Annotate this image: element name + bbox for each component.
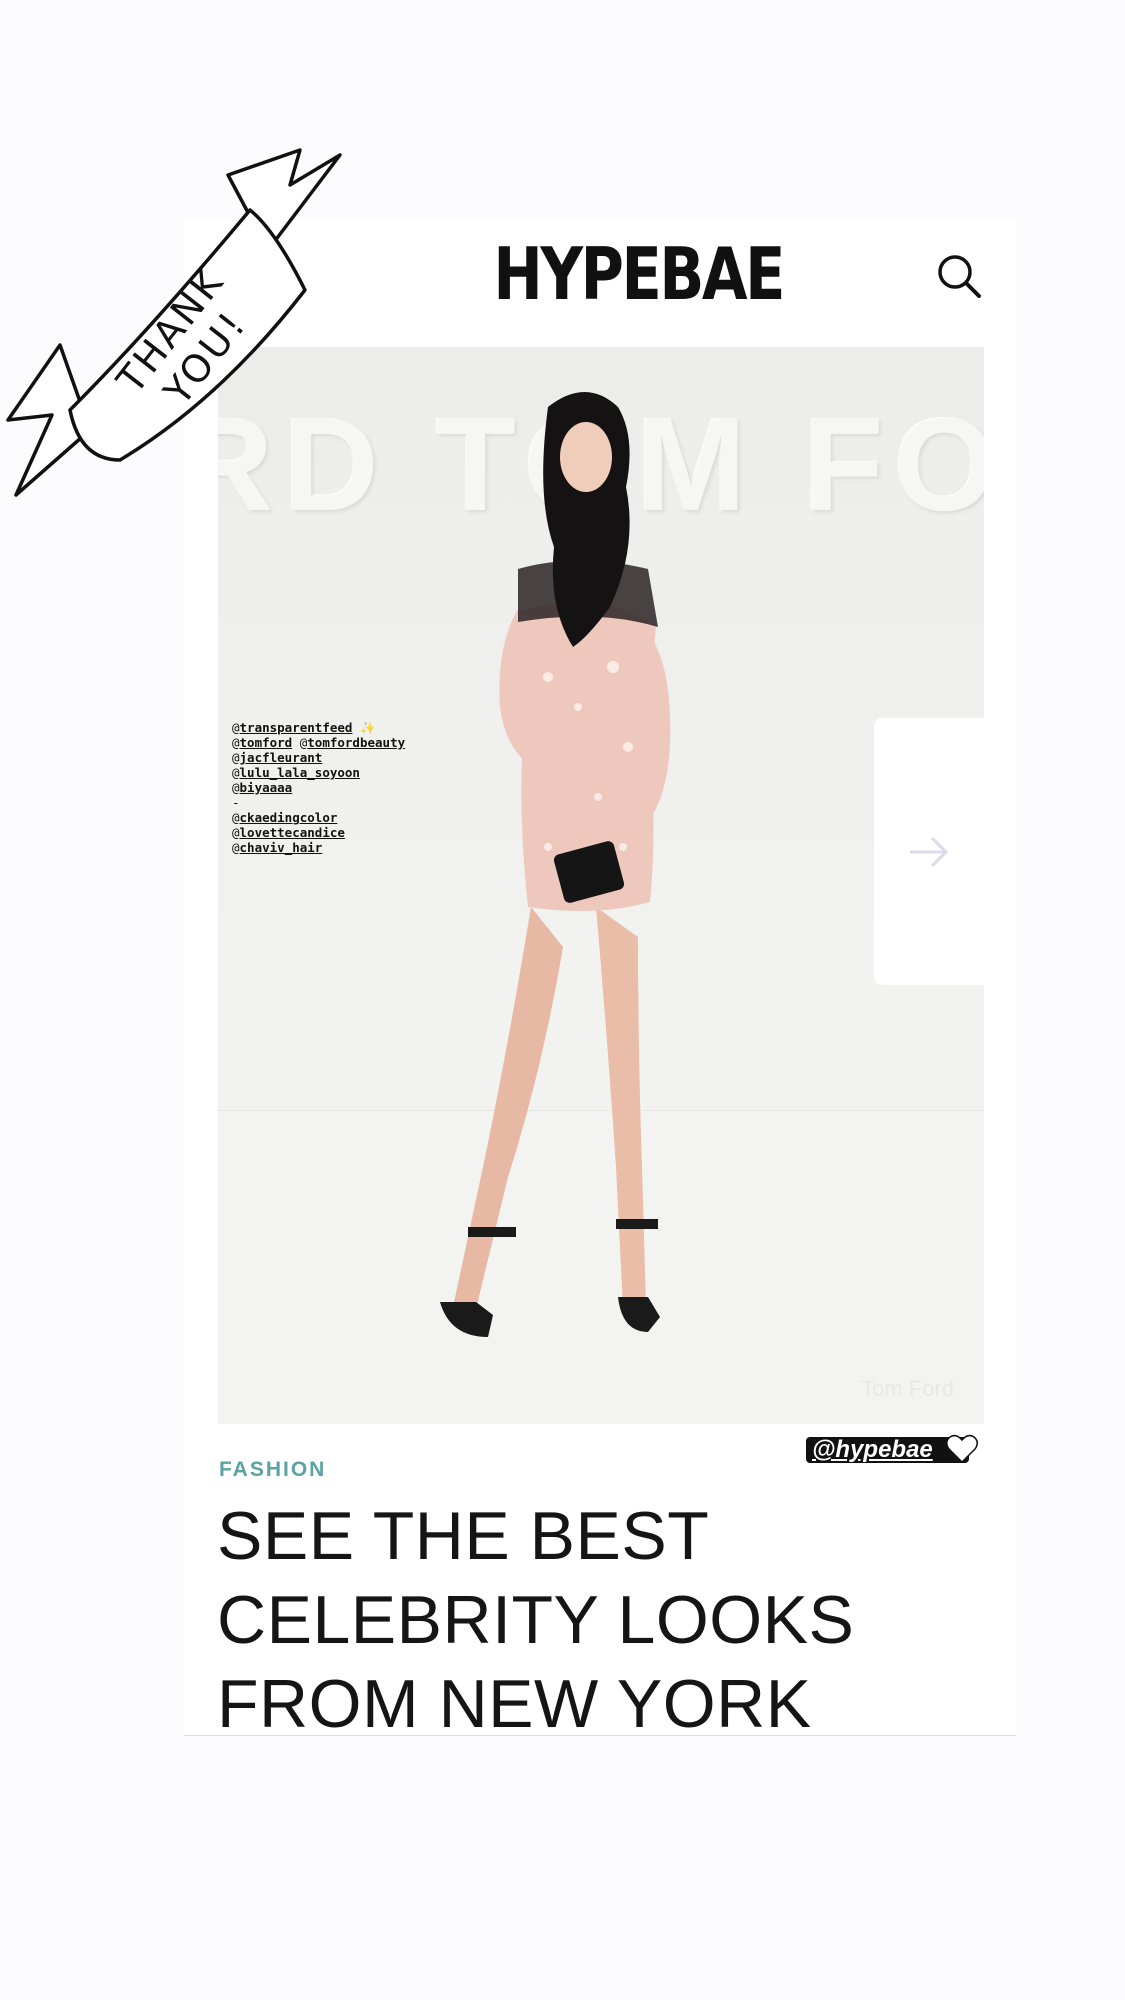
story-tag-list: @transparentfeed ✨ @tomford @tomfordbeau…	[232, 720, 405, 855]
category-label[interactable]: FASHION	[219, 1458, 326, 1482]
next-slide-button[interactable]	[874, 718, 984, 985]
divider	[184, 1735, 1016, 1736]
search-button[interactable]	[935, 252, 985, 302]
brand-logo[interactable]: HYPEBAE	[493, 232, 785, 316]
photo-credit: Tom Ford	[861, 1376, 954, 1401]
headline-line: CELEBRITY LOOKS	[217, 1582, 855, 1658]
story-tag[interactable]: @jacfleurant	[232, 750, 405, 765]
story-tag[interactable]: @lulu_lala_soyoon	[232, 765, 405, 780]
headline-line: FROM NEW YORK	[217, 1666, 812, 1742]
headline-line: SEE THE BEST	[217, 1498, 710, 1574]
story-tag[interactable]: @ckaedingcolor	[232, 810, 405, 825]
story-tag[interactable]: @chaviv_hair	[232, 840, 405, 855]
search-icon	[938, 255, 981, 298]
arrow-right-icon	[910, 836, 949, 867]
heart-icon	[946, 1434, 978, 1464]
mention-sticker[interactable]: @hypebae	[806, 1437, 969, 1463]
story-tag[interactable]: @lovettecandice	[232, 825, 405, 840]
story-tag[interactable]: @tomford @tomfordbeauty	[232, 735, 405, 750]
story-tag-separator: -	[232, 795, 240, 810]
story-tag[interactable]: @transparentfeed ✨	[232, 720, 405, 735]
story-tag[interactable]: @biyaaaa	[232, 780, 405, 795]
article-headline[interactable]: SEE THE BEST CELEBRITY LOOKS FROM NEW YO…	[217, 1494, 977, 1746]
